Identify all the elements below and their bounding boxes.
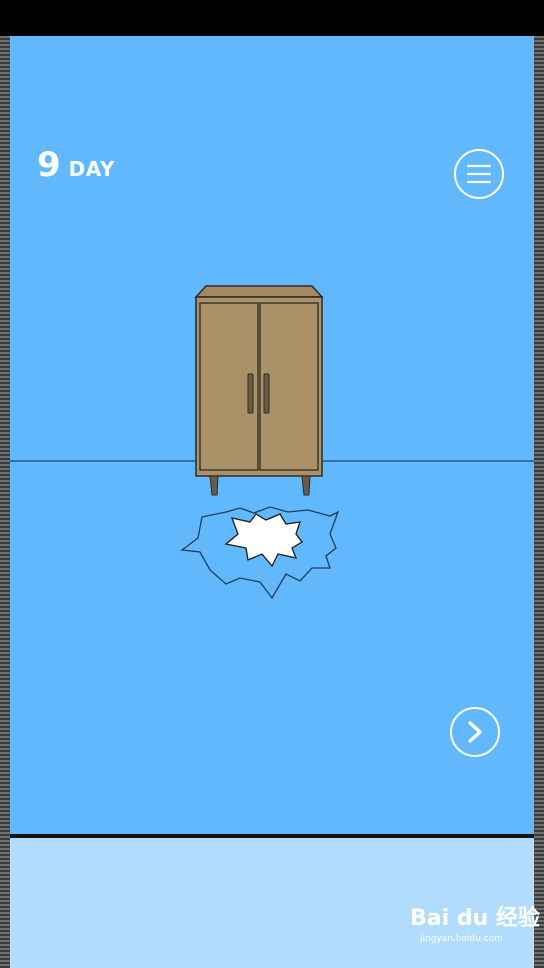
item-inventory-panel[interactable] xyxy=(10,838,534,968)
right-frame-stripe xyxy=(534,36,544,968)
watermark-url: jingyan.baidu.com xyxy=(420,934,504,944)
chevron-right-icon xyxy=(468,721,482,743)
next-scene-button[interactable] xyxy=(450,707,500,757)
cabinet-leg-right xyxy=(301,475,311,496)
top-black-bar xyxy=(0,0,544,36)
day-number: 9 xyxy=(37,145,61,185)
watermark-brand: Bai du 经验 xyxy=(410,906,540,931)
baidu-watermark: Bai du 经验 jingyan.baidu.com xyxy=(410,906,540,945)
game-scene: 9 DAY xyxy=(10,36,534,834)
left-door-handle xyxy=(247,373,254,414)
right-door-handle xyxy=(263,373,270,414)
menu-button[interactable] xyxy=(454,149,504,199)
wooden-cabinet[interactable] xyxy=(194,285,324,496)
day-label: DAY xyxy=(68,157,115,181)
day-counter: 9 DAY xyxy=(37,148,115,182)
cabinet-leg-left xyxy=(209,475,219,496)
left-frame-stripe xyxy=(0,36,10,968)
menu-icon xyxy=(467,164,491,184)
hole-in-floor[interactable] xyxy=(224,513,303,568)
